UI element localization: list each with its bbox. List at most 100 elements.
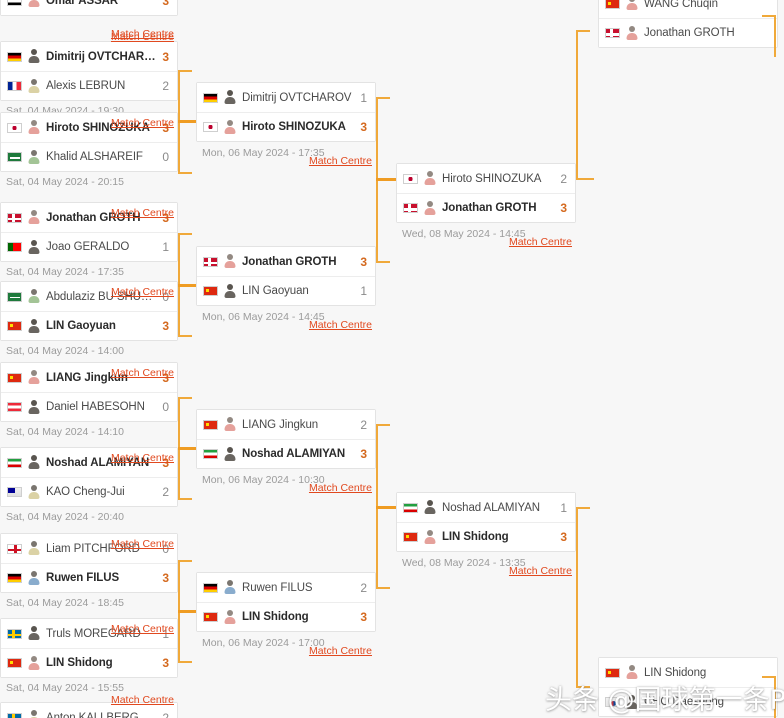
player-row[interactable]: Ruwen FILUS 3 <box>1 563 177 592</box>
player-avatar-icon <box>223 283 236 299</box>
bracket-connector <box>178 447 196 450</box>
match-card[interactable]: Dimitrij OVTCHAROV 1 Hiroto SHINOZUKA 3 <box>196 82 376 142</box>
player-name: LIN Shidong <box>644 666 707 679</box>
player-row[interactable]: LIN Shidong 3 <box>397 522 575 551</box>
bracket-connector <box>178 498 192 500</box>
match-card[interactable]: Hiroto SHINOZUKA 2 Jonathan GROTH 3 <box>396 163 576 223</box>
match-centre-link[interactable]: Match Centre <box>0 452 178 465</box>
match-r4-m0[interactable]: WANG Chuqin Jonathan GROTH <box>598 0 778 48</box>
player-name: Anton KALLBERG <box>46 711 139 718</box>
player-row[interactable]: LIN Gaoyuan 1 <box>197 276 375 305</box>
player-avatar-icon <box>423 200 436 216</box>
match-centre-link[interactable]: Match Centre <box>196 155 376 168</box>
player-avatar-icon <box>27 655 40 671</box>
player-row[interactable]: Noshad ALAMIYAN 3 <box>197 439 375 468</box>
match-centre-link[interactable]: Match Centre <box>196 482 376 495</box>
player-score: 2 <box>162 710 169 718</box>
match-centre-link[interactable]: Match Centre <box>0 31 178 44</box>
match-r2-m1[interactable]: Jonathan GROTH 3 LIN Gaoyuan 1 <box>196 246 376 306</box>
player-row[interactable]: Daniel HABESOHN 0 <box>1 392 177 421</box>
player-name: Ruwen FILUS <box>242 581 313 594</box>
match-r2-m0[interactable]: Dimitrij OVTCHAROV 1 Hiroto SHINOZUKA 3 <box>196 82 376 142</box>
player-row[interactable]: Hiroto SHINOZUKA 3 <box>197 112 375 141</box>
match-centre-link[interactable]: Match Centre <box>396 565 576 578</box>
match-card[interactable]: LIN Shidong CHO Daeseong <box>598 657 778 717</box>
match-centre-link[interactable]: Match Centre <box>196 645 376 658</box>
player-row[interactable]: Jonathan GROTH 3 <box>197 247 375 276</box>
match-centre-link[interactable]: Match Centre <box>196 319 376 332</box>
match-r2-m2[interactable]: LIANG Jingkun 2 Noshad ALAMIYAN 3 <box>196 409 376 469</box>
player-row[interactable]: Joao GERALDO 1 <box>1 232 177 261</box>
bracket-connector <box>576 507 578 687</box>
player-row[interactable]: LIN Gaoyuan 3 <box>1 311 177 340</box>
player-row[interactable]: LIN Shidong <box>599 658 777 687</box>
match-centre-link[interactable]: Match Centre <box>0 117 178 130</box>
player-row[interactable]: Jonathan GROTH <box>599 18 777 47</box>
match-centre-link[interactable]: Match Centre <box>0 694 178 707</box>
bracket-connector <box>178 610 196 613</box>
match-centre-link[interactable]: Match Centre <box>396 236 576 249</box>
match-centre-link[interactable]: Match Centre <box>0 367 178 380</box>
player-name: LIN Gaoyuan <box>46 320 116 332</box>
player-row[interactable]: LIN Shidong 3 <box>1 648 177 677</box>
match-card[interactable]: Jonathan GROTH 3 LIN Gaoyuan 1 <box>196 246 376 306</box>
player-row[interactable]: Khalid ALSHAREIF 0 <box>1 142 177 171</box>
player-row[interactable]: LIN Shidong 3 <box>197 602 375 631</box>
match-datetime: Sat, 04 May 2024 - 18:45 <box>6 596 124 609</box>
bracket-connector <box>762 15 776 17</box>
player-name: KAO Cheng-Jui <box>46 486 125 498</box>
player-score: 1 <box>360 284 367 298</box>
match-datetime: Sat, 04 May 2024 - 14:10 <box>6 425 124 438</box>
match-centre-link[interactable]: Match Centre <box>0 286 178 299</box>
match-card[interactable]: Ruwen FILUS 2 LIN Shidong 3 <box>196 572 376 632</box>
match-card[interactable]: WANG Chuqin Jonathan GROTH <box>598 0 778 48</box>
player-avatar-icon <box>423 171 436 186</box>
player-row[interactable]: LIANG Jingkun 2 <box>197 410 375 439</box>
player-name: LIN Shidong <box>242 611 309 623</box>
match-centre-link[interactable]: Match Centre <box>0 538 178 551</box>
match-r3-m1[interactable]: Noshad ALAMIYAN 1 LIN Shidong 3 <box>396 492 576 552</box>
bracket-connector <box>178 560 192 562</box>
bracket-connector <box>576 30 590 32</box>
match-datetime: Sat, 04 May 2024 - 20:40 <box>6 510 124 523</box>
player-row[interactable]: KAO Cheng-Jui 2 <box>1 477 177 506</box>
player-name: Daniel HABESOHN <box>46 401 145 413</box>
player-row[interactable]: WANG Chuqin <box>599 0 777 18</box>
player-score: 1 <box>560 500 567 515</box>
player-score: 3 <box>560 530 567 544</box>
player-name: Jonathan GROTH <box>242 255 337 268</box>
match-r1-m0[interactable]: Omar ASSAR 3 <box>0 0 178 16</box>
player-score: 3 <box>162 0 169 8</box>
player-avatar-icon <box>27 570 40 586</box>
match-r2-m3[interactable]: Ruwen FILUS 2 LIN Shidong 3 <box>196 572 376 632</box>
player-avatar-icon <box>625 0 638 11</box>
match-r4-m1[interactable]: LIN Shidong CHO Daeseong <box>598 657 778 717</box>
player-row[interactable]: Alexis LEBRUN 2 <box>1 71 177 100</box>
player-row[interactable]: Hiroto SHINOZUKA 2 <box>397 164 575 193</box>
player-row[interactable]: Jonathan GROTH 3 <box>397 193 575 222</box>
player-name: LIANG Jingkun <box>242 418 319 431</box>
player-row[interactable]: Noshad ALAMIYAN 1 <box>397 493 575 522</box>
player-row[interactable]: Dimitrij OVTCHAROV 3 <box>1 42 177 71</box>
player-score: 1 <box>360 90 367 105</box>
bracket-connector <box>376 261 390 263</box>
flag-icon-japan <box>203 122 218 132</box>
match-centre-link[interactable]: Match Centre <box>0 207 178 220</box>
match-card[interactable]: Noshad ALAMIYAN 1 LIN Shidong 3 <box>396 492 576 552</box>
player-row[interactable]: Ruwen FILUS 2 <box>197 573 375 602</box>
player-name: LIN Shidong <box>46 657 113 669</box>
flag-icon-china <box>7 658 22 668</box>
player-score: 0 <box>162 150 169 164</box>
match-r3-m0[interactable]: Hiroto SHINOZUKA 2 Jonathan GROTH 3 <box>396 163 576 223</box>
match-card[interactable]: Dimitrij OVTCHAROV 3 Alexis LEBRUN 2 <box>0 41 178 101</box>
player-row[interactable]: Dimitrij OVTCHAROV 1 <box>197 83 375 112</box>
match-card[interactable]: Omar ASSAR 3 <box>0 0 178 16</box>
bracket-connector <box>576 30 578 180</box>
player-avatar-icon <box>625 665 638 680</box>
match-r1-m1[interactable]: Dimitrij OVTCHAROV 3 Alexis LEBRUN 2 <box>0 41 178 101</box>
match-card[interactable]: LIANG Jingkun 2 Noshad ALAMIYAN 3 <box>196 409 376 469</box>
match-centre-link[interactable]: Match Centre <box>0 623 178 636</box>
player-row[interactable]: Omar ASSAR 3 <box>1 0 177 15</box>
match-datetime: Sat, 04 May 2024 - 14:00 <box>6 344 124 357</box>
player-row[interactable]: CHO Daeseong <box>599 687 777 716</box>
